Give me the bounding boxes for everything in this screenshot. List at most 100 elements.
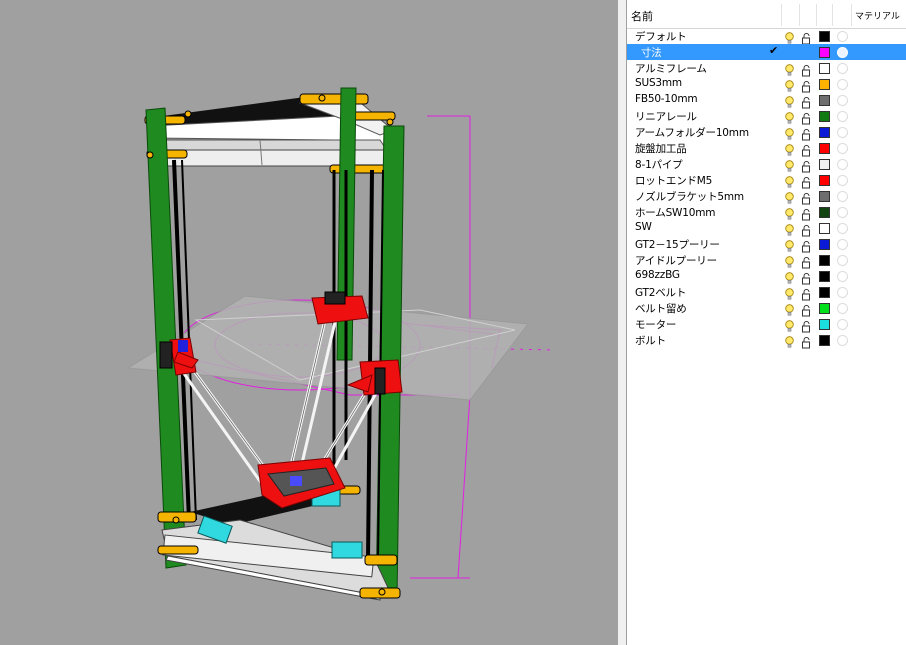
visibility-bulb-icon[interactable] — [785, 190, 794, 204]
lock-icon[interactable] — [801, 286, 812, 301]
column-header-name[interactable]: 名前 — [631, 8, 653, 24]
layer-row[interactable]: ボルト — [627, 332, 906, 349]
layer-name[interactable]: デフォルト — [635, 29, 687, 44]
visibility-bulb-icon[interactable] — [785, 270, 794, 284]
material-icon[interactable] — [837, 335, 848, 346]
layer-name[interactable]: アイドルプーリー — [635, 253, 717, 268]
layer-color-swatch[interactable] — [819, 207, 830, 218]
layer-name[interactable]: GT2ベルト — [635, 285, 686, 300]
visibility-bulb-icon[interactable] — [785, 318, 794, 332]
layer-color-swatch[interactable] — [819, 175, 830, 186]
layer-row[interactable]: SUS3mm — [627, 76, 906, 93]
column-header-material[interactable]: マテリアル — [855, 9, 900, 22]
material-icon[interactable] — [837, 79, 848, 90]
layer-name[interactable]: ノズルブラケット5mm — [635, 189, 744, 204]
layer-name[interactable]: ホームSW10mm — [635, 205, 715, 220]
layer-color-swatch[interactable] — [819, 287, 830, 298]
layer-row[interactable]: FB50-10mm — [627, 92, 906, 109]
lock-icon[interactable] — [801, 190, 812, 205]
layer-row[interactable]: モーター — [627, 316, 906, 333]
layer-color-swatch[interactable] — [819, 127, 830, 138]
layer-row[interactable]: GT2－15プーリー — [627, 236, 906, 253]
material-icon[interactable] — [837, 223, 848, 234]
layer-color-swatch[interactable] — [819, 271, 830, 282]
material-icon[interactable] — [837, 127, 848, 138]
material-icon[interactable] — [837, 31, 848, 42]
layer-name[interactable]: モーター — [635, 317, 676, 332]
layer-color-swatch[interactable] — [819, 303, 830, 314]
layer-color-swatch[interactable] — [819, 255, 830, 266]
layer-row[interactable]: GT2ベルト — [627, 284, 906, 301]
material-icon[interactable] — [837, 95, 848, 106]
layer-color-swatch[interactable] — [819, 319, 830, 330]
material-icon[interactable] — [837, 111, 848, 122]
visibility-bulb-icon[interactable] — [785, 142, 794, 156]
layer-name[interactable]: SUS3mm — [635, 77, 682, 89]
lock-icon[interactable] — [801, 302, 812, 317]
layer-row[interactable]: 698zzBG — [627, 268, 906, 285]
visibility-bulb-icon[interactable] — [785, 302, 794, 316]
layer-row[interactable]: ホームSW10mm — [627, 204, 906, 221]
material-icon[interactable] — [837, 239, 848, 250]
lock-icon[interactable] — [801, 222, 812, 237]
material-icon[interactable] — [837, 303, 848, 314]
material-icon[interactable] — [837, 271, 848, 282]
visibility-bulb-icon[interactable] — [785, 334, 794, 348]
lock-icon[interactable] — [801, 238, 812, 253]
lock-icon[interactable] — [801, 142, 812, 157]
layer-color-swatch[interactable] — [819, 159, 830, 170]
lock-icon[interactable] — [801, 110, 812, 125]
lock-icon[interactable] — [801, 174, 812, 189]
layer-name[interactable]: アームフォルダー10mm — [635, 125, 749, 140]
layer-row[interactable]: リニアレール — [627, 108, 906, 125]
layer-name[interactable]: リニアレール — [635, 109, 697, 124]
layer-row[interactable]: SW — [627, 220, 906, 237]
layer-color-swatch[interactable] — [819, 143, 830, 154]
layer-name[interactable]: アルミフレーム — [635, 61, 707, 76]
layer-color-swatch[interactable] — [819, 95, 830, 106]
lock-icon[interactable] — [801, 126, 812, 141]
material-icon[interactable] — [837, 175, 848, 186]
visibility-bulb-icon[interactable] — [785, 62, 794, 76]
layer-color-swatch[interactable] — [819, 111, 830, 122]
layer-color-swatch[interactable] — [819, 223, 830, 234]
visibility-bulb-icon[interactable] — [785, 78, 794, 92]
layer-name[interactable]: ロットエンドM5 — [635, 173, 712, 188]
layer-color-swatch[interactable] — [819, 31, 830, 42]
layer-color-swatch[interactable] — [819, 191, 830, 202]
material-icon[interactable] — [837, 255, 848, 266]
layer-row[interactable]: ベルト留め — [627, 300, 906, 317]
layer-name[interactable]: 698zzBG — [635, 269, 680, 281]
layer-name[interactable]: 旋盤加工品 — [635, 141, 687, 156]
layer-name[interactable]: 8-1パイプ — [635, 157, 683, 172]
layer-row[interactable]: アイドルプーリー — [627, 252, 906, 269]
visibility-bulb-icon[interactable] — [785, 126, 794, 140]
material-icon[interactable] — [837, 47, 848, 58]
material-icon[interactable] — [837, 207, 848, 218]
visibility-bulb-icon[interactable] — [785, 254, 794, 268]
layer-row[interactable]: 旋盤加工品 — [627, 140, 906, 157]
lock-icon[interactable] — [801, 334, 812, 349]
visibility-bulb-icon[interactable] — [785, 286, 794, 300]
3d-viewport[interactable] — [0, 0, 618, 645]
layer-color-swatch[interactable] — [819, 79, 830, 90]
visibility-bulb-icon[interactable] — [785, 222, 794, 236]
lock-icon[interactable] — [801, 62, 812, 77]
layer-row[interactable]: 8-1パイプ — [627, 156, 906, 173]
lock-icon[interactable] — [801, 318, 812, 333]
visibility-bulb-icon[interactable] — [785, 94, 794, 108]
lock-icon[interactable] — [801, 270, 812, 285]
layer-name[interactable]: 寸法 — [641, 45, 662, 60]
layer-row[interactable]: アームフォルダー10mm — [627, 124, 906, 141]
visibility-bulb-icon[interactable] — [785, 174, 794, 188]
layer-row[interactable]: アルミフレーム — [627, 60, 906, 77]
material-icon[interactable] — [837, 287, 848, 298]
material-icon[interactable] — [837, 319, 848, 330]
layer-color-swatch[interactable] — [819, 47, 830, 58]
lock-icon[interactable] — [801, 30, 812, 45]
material-icon[interactable] — [837, 143, 848, 154]
visibility-bulb-icon[interactable] — [785, 238, 794, 252]
layer-name[interactable]: SW — [635, 221, 652, 233]
layer-row[interactable]: 寸法 ✔ — [627, 44, 906, 60]
visibility-bulb-icon[interactable] — [785, 110, 794, 124]
